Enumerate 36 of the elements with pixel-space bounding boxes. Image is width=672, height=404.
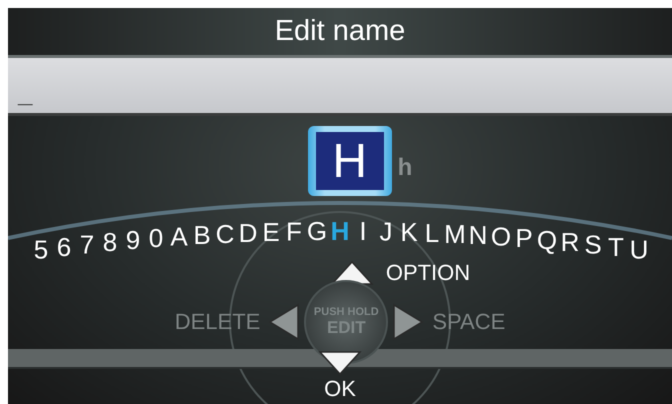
knob-label: PUSH HOLD <box>314 306 379 318</box>
character-key[interactable]: F <box>282 216 306 260</box>
character-key[interactable]: G <box>306 216 328 260</box>
character-key[interactable]: O <box>490 221 512 266</box>
character-key[interactable]: H <box>328 216 352 260</box>
character-key[interactable]: 8 <box>98 227 122 271</box>
name-input-field[interactable]: _ <box>8 58 672 116</box>
character-key[interactable]: A <box>168 221 190 266</box>
window-title: Edit name <box>8 8 672 58</box>
character-key[interactable]: P <box>512 223 536 267</box>
character-key[interactable]: 6 <box>52 232 76 276</box>
left-arrow-icon[interactable] <box>268 303 300 341</box>
character-key[interactable]: 5 <box>30 234 52 279</box>
character-key[interactable]: C <box>214 218 236 263</box>
character-key[interactable]: T <box>604 232 628 276</box>
delete-label: DELETE <box>174 309 260 335</box>
character-key[interactable]: 7 <box>76 229 98 274</box>
character-key[interactable]: U <box>628 234 650 279</box>
character-key[interactable]: 9 <box>122 224 144 269</box>
ok-label: OK <box>324 376 356 402</box>
selected-character-preview: H <box>308 126 392 196</box>
character-key[interactable]: S <box>582 229 604 274</box>
space-label: SPACE <box>432 309 506 335</box>
character-key[interactable]: L <box>420 218 444 262</box>
character-key[interactable]: J <box>374 216 398 260</box>
character-key[interactable]: K <box>398 217 420 261</box>
character-key[interactable]: E <box>260 217 282 261</box>
character-key[interactable]: M <box>444 218 466 263</box>
character-key[interactable]: D <box>236 218 260 262</box>
lowercase-preview: h <box>398 154 412 182</box>
character-key[interactable]: Q <box>536 224 558 269</box>
down-arrow-icon[interactable] <box>318 350 362 376</box>
character-key[interactable]: B <box>190 220 214 264</box>
character-key[interactable]: R <box>558 227 582 271</box>
character-key[interactable]: 0 <box>144 223 168 267</box>
character-key[interactable]: I <box>352 216 374 260</box>
